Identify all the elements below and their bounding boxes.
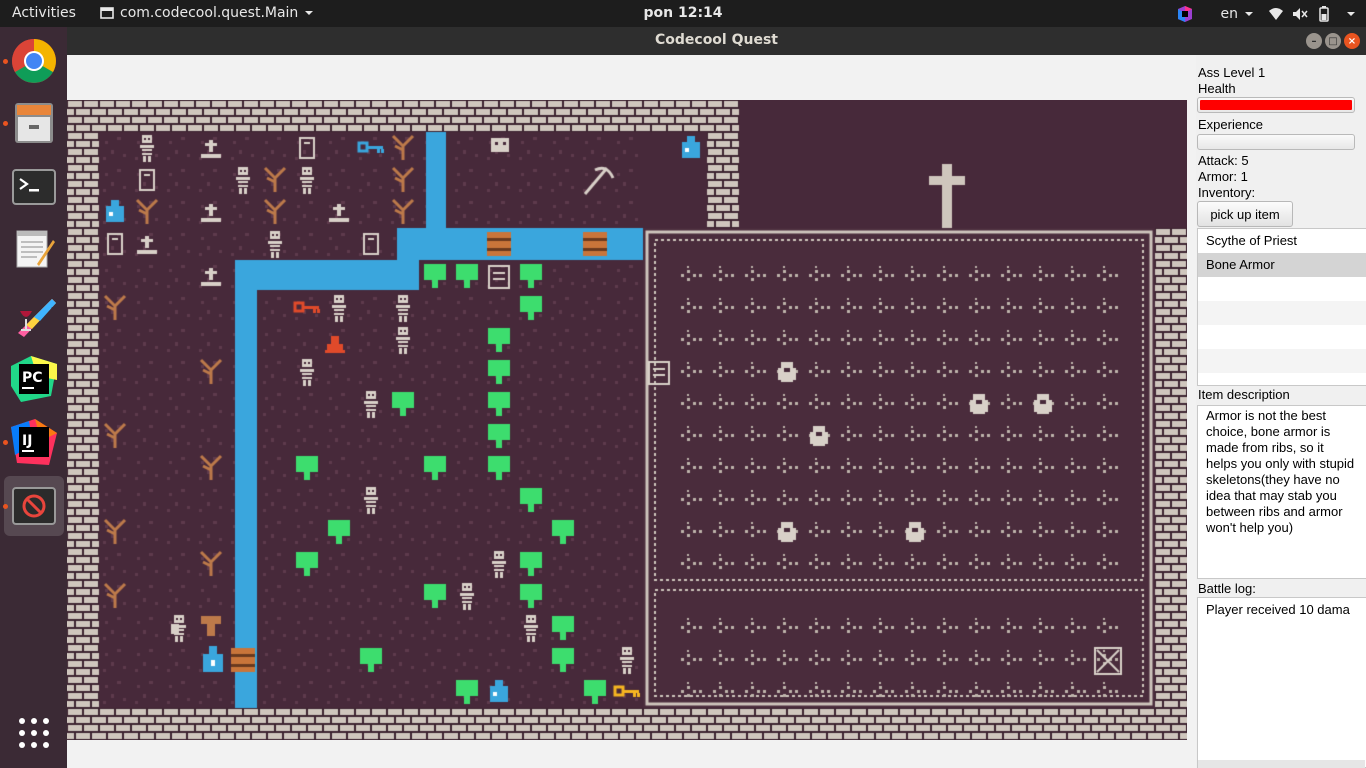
top-bar: Activities com.codecool.quest.Main pon 1…	[0, 0, 1366, 27]
app-menu[interactable]: com.codecool.quest.Main	[100, 5, 314, 21]
inventory-label: Inventory:	[1198, 185, 1256, 200]
window-titlebar[interactable]: Codecool Quest – □ ×	[67, 27, 1366, 55]
inventory-empty-row	[1198, 277, 1366, 301]
attack-stat: Attack: 5	[1198, 153, 1249, 168]
game-map-canvas[interactable]	[67, 100, 1187, 740]
armor-stat: Armor: 1	[1198, 169, 1248, 184]
window-title: Codecool Quest	[654, 32, 778, 48]
intellij-launcher[interactable]: IJ	[3, 412, 64, 472]
stats-panel: Ass Level 1 Health Experience Attack: 5 …	[1196, 55, 1366, 768]
terminal-icon	[12, 169, 56, 205]
experience-label: Experience	[1198, 117, 1264, 132]
svg-text:PC: PC	[22, 370, 43, 386]
chevron-down-icon	[1245, 11, 1253, 16]
pycharm-launcher[interactable]: PC	[4, 349, 64, 409]
battle-log-scrollbar[interactable]	[1198, 760, 1365, 768]
inventory-item-selected[interactable]: Bone Armor	[1198, 253, 1366, 277]
health-bar-fill	[1200, 100, 1352, 110]
chevron-down-icon	[305, 11, 314, 15]
pycharm-icon: PC	[11, 356, 57, 402]
dock: PC IJ	[0, 27, 67, 768]
chrome-launcher[interactable]	[3, 31, 64, 91]
chevron-down-icon[interactable]	[1336, 0, 1366, 27]
maximize-button[interactable]: □	[1325, 33, 1341, 49]
inventory-list[interactable]: Scythe of Priest Bone Armor	[1197, 228, 1366, 386]
inventory-empty-row	[1198, 325, 1366, 349]
chrome-icon	[12, 39, 56, 83]
running-indicator	[3, 121, 8, 126]
game-window-launcher[interactable]	[3, 476, 64, 536]
app-window-icon	[100, 7, 114, 19]
volume-muted-icon[interactable]	[1288, 0, 1312, 27]
running-indicator	[3, 59, 8, 64]
intellij-icon: IJ	[11, 419, 57, 465]
level-label: Ass Level 1	[1198, 65, 1266, 80]
text-editor-icon	[16, 230, 55, 268]
item-description-label: Item description	[1198, 387, 1290, 402]
running-indicator	[3, 440, 8, 445]
battle-log-label: Battle log:	[1198, 581, 1256, 596]
activities-button[interactable]: Activities	[12, 5, 76, 21]
file-cabinet-icon	[15, 103, 53, 143]
minimize-button[interactable]: –	[1306, 33, 1322, 49]
grid-dots-icon	[19, 718, 49, 748]
running-indicator	[3, 504, 8, 509]
inventory-empty-row	[1198, 301, 1366, 325]
item-description-text[interactable]: Armor is not the best choice, bone armor…	[1197, 405, 1366, 579]
system-tray: en	[1173, 0, 1366, 27]
jetbrains-toolbox-icon[interactable]	[1173, 0, 1197, 27]
language-label: en	[1220, 5, 1239, 22]
pick-up-item-button[interactable]: pick up item	[1197, 201, 1293, 227]
close-button[interactable]: ×	[1344, 33, 1360, 49]
files-launcher[interactable]	[3, 93, 64, 153]
graphics-app-launcher[interactable]	[4, 285, 64, 345]
text-editor-launcher[interactable]	[4, 219, 64, 279]
language-selector[interactable]: en	[1221, 6, 1255, 22]
battery-icon[interactable]	[1312, 0, 1336, 27]
clock[interactable]: pon 12:14	[643, 5, 722, 21]
inventory-empty-row	[1198, 349, 1366, 373]
show-applications-button[interactable]	[4, 703, 64, 763]
no-entry-window-icon	[12, 487, 56, 525]
svg-text:IJ: IJ	[22, 433, 32, 449]
app-menu-label: com.codecool.quest.Main	[120, 5, 299, 21]
palette-wine-icon	[18, 299, 56, 337]
inventory-item[interactable]: Scythe of Priest	[1198, 229, 1366, 253]
battle-log-text[interactable]: Player received 10 dama	[1197, 597, 1366, 768]
terminal-launcher[interactable]	[4, 157, 64, 217]
wifi-icon[interactable]	[1264, 0, 1288, 27]
health-bar	[1197, 97, 1355, 113]
experience-bar	[1197, 134, 1355, 150]
health-label: Health	[1198, 81, 1236, 96]
